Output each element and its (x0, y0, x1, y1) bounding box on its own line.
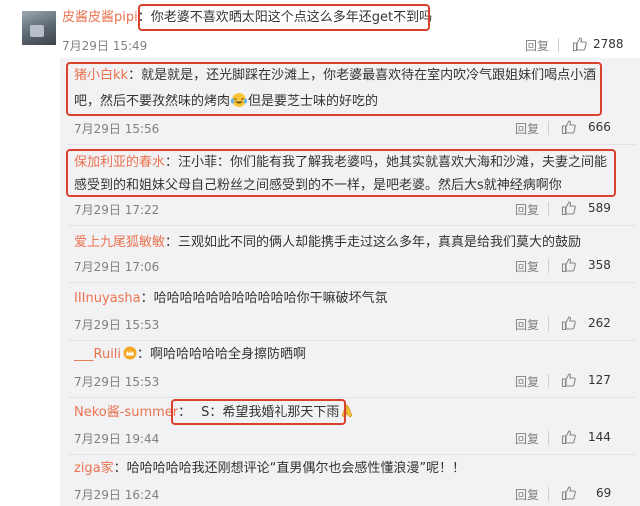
thumbs-up-icon[interactable] (572, 36, 588, 52)
like-count: 358 (588, 258, 611, 272)
timestamp: 7月29日 16:24 (74, 488, 160, 502)
username[interactable]: 爱上九尾狐敏敏 (74, 235, 165, 250)
like-count: 2788 (593, 37, 624, 51)
reply-button[interactable]: 回复 (515, 316, 539, 333)
timestamp: 7月29日 17:22 (74, 203, 160, 217)
reply-button[interactable]: 回复 (515, 120, 539, 137)
thumbs-up-icon[interactable] (561, 257, 577, 273)
timestamp: 7月29日 15:56 (74, 122, 160, 136)
username[interactable]: Neko酱-summer (74, 405, 178, 420)
comment-text: IIInuyasha：哈哈哈哈哈哈哈哈哈哈哈你干嘛破坏气氛 (74, 291, 388, 306)
reply-button[interactable]: 回复 (515, 430, 539, 447)
reply-button[interactable]: 回复 (515, 258, 539, 275)
timestamp: 7月29日 19:44 (74, 432, 160, 446)
reply-button[interactable]: 回复 (515, 201, 539, 218)
like-count: 127 (588, 373, 611, 387)
divider (68, 225, 636, 226)
thumbs-up-icon[interactable] (561, 200, 577, 216)
thumbs-up-icon[interactable] (561, 315, 577, 331)
highlight-box (66, 149, 616, 197)
comment-text: ziga家：哈哈哈哈哈我还刚想评论“直男偶尔也会感性懂浪漫”呢！！ (74, 461, 466, 476)
divider (548, 374, 549, 388)
like-count: 666 (588, 120, 611, 134)
divider (68, 144, 636, 145)
timestamp: 7月29日 15:49 (62, 39, 148, 53)
divider (68, 454, 636, 455)
username[interactable]: IIInuyasha (74, 291, 141, 306)
timestamp: 7月29日 17:06 (74, 260, 160, 274)
reply-button[interactable]: 回复 (515, 373, 539, 390)
username[interactable]: ziga家 (74, 461, 114, 476)
like-count: 262 (588, 316, 611, 330)
username[interactable]: 皮酱皮酱pipi (62, 10, 138, 25)
avatar[interactable] (22, 11, 56, 45)
like-count: 69 (596, 486, 612, 500)
reply-button[interactable]: 回复 (515, 486, 539, 503)
comment-text: 爱上九尾狐敏敏：三观如此不同的俩人却能携手走过这么多年，真真是给我们莫大的鼓励 (74, 235, 582, 250)
thumbs-up-icon[interactable] (561, 372, 577, 388)
timestamp: 7月29日 15:53 (74, 375, 160, 389)
like-count: 144 (588, 430, 611, 444)
vip-crown-icon (123, 346, 137, 360)
highlight-box (171, 399, 346, 425)
like-count: 589 (588, 201, 611, 215)
divider (548, 487, 549, 501)
divider (548, 259, 549, 273)
divider (68, 397, 636, 398)
divider (548, 317, 549, 331)
divider (548, 202, 549, 216)
comment-text: ___Ruili ：啊哈哈哈哈哈全身擦防晒啊 (74, 346, 307, 362)
divider (548, 431, 549, 445)
highlight-box (138, 4, 430, 31)
thumbs-up-icon[interactable] (561, 429, 577, 445)
highlight-box (66, 62, 602, 116)
thumbs-up-icon[interactable] (561, 485, 577, 501)
divider (558, 38, 559, 52)
reply-button[interactable]: 回复 (525, 37, 549, 54)
timestamp: 7月29日 15:53 (74, 318, 160, 332)
thumbs-up-icon[interactable] (561, 119, 577, 135)
divider (68, 282, 636, 283)
divider (68, 340, 636, 341)
divider (548, 121, 549, 135)
username[interactable]: ___Ruili (74, 347, 121, 362)
